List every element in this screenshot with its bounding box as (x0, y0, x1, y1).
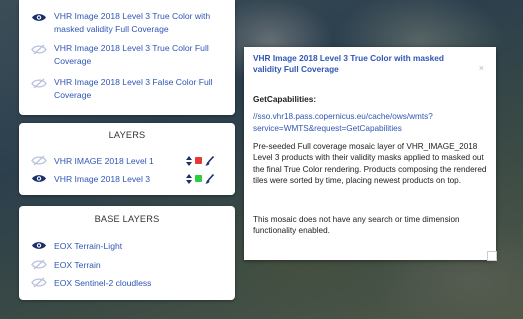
base-layer-item-terrain-light[interactable]: EOX Terrain-Light (31, 240, 231, 251)
overlay-item-true-color-masked[interactable]: VHR Image 2018 Level 3 True Color with m… (31, 10, 219, 35)
base-layers-panel: BASE LAYERS EOX Terrain-Light EOX Terrai… (19, 206, 235, 300)
layers-panel: LAYERS VHR IMAGE 2018 Level 1 VHR Image … (19, 123, 235, 195)
eye-slash-icon[interactable] (31, 259, 47, 270)
eye-icon[interactable] (31, 173, 47, 184)
overlay-item-label: VHR Image 2018 Level 3 True Color Full C… (54, 43, 209, 66)
popup-title: VHR Image 2018 Level 3 True Color with m… (253, 53, 444, 74)
overlay-item-false-color[interactable]: VHR Image 2018 Level 3 False Color Full … (31, 76, 219, 101)
base-layer-item-label: EOX Terrain-Light (54, 240, 123, 251)
eye-icon[interactable] (31, 12, 47, 23)
layer-color-swatch[interactable] (195, 175, 202, 182)
base-layers-heading: BASE LAYERS (94, 214, 160, 224)
sort-icon[interactable] (186, 173, 192, 184)
popup-description: Pre-seeded Full coverage mosaic layer of… (253, 142, 487, 185)
eye-slash-icon[interactable] (31, 277, 47, 288)
brush-icon[interactable] (205, 155, 214, 166)
layer-item-label: VHR Image 2018 Level 3 (54, 173, 151, 184)
overlay-item-label: VHR Image 2018 Level 3 False Color Full … (54, 77, 213, 100)
base-layer-item-sentinel2[interactable]: EOX Sentinel-2 cloudless (31, 277, 231, 288)
resize-handle[interactable] (487, 251, 497, 261)
overlay-item-true-color[interactable]: VHR Image 2018 Level 3 True Color Full C… (31, 42, 219, 67)
popup-note: This mosaic does not have any search or … (253, 215, 460, 236)
overlays-panel: VHR Image 2018 Level 3 True Color with m… (19, 0, 235, 115)
layer-color-swatch[interactable] (195, 157, 202, 164)
layer-tools (186, 155, 214, 166)
layers-heading: LAYERS (108, 130, 146, 140)
eye-slash-icon[interactable] (31, 44, 47, 55)
eye-icon[interactable] (31, 240, 47, 251)
base-layer-item-terrain[interactable]: EOX Terrain (31, 259, 231, 270)
eye-slash-icon[interactable] (31, 78, 47, 89)
sort-icon[interactable] (186, 155, 192, 166)
layer-item-level1[interactable]: VHR IMAGE 2018 Level 1 (31, 155, 231, 166)
base-layer-item-label: EOX Terrain (54, 259, 101, 270)
overlay-item-label: VHR Image 2018 Level 3 True Color with m… (54, 11, 211, 34)
getcapabilities-link[interactable]: //sso.vhr18.pass.copernicus.eu/cache/ows… (253, 111, 489, 134)
eye-slash-icon[interactable] (31, 155, 47, 166)
base-layer-item-label: EOX Sentinel-2 cloudless (54, 277, 152, 288)
layer-info-popup: VHR Image 2018 Level 3 True Color with m… (244, 47, 497, 261)
brush-icon[interactable] (205, 173, 214, 184)
layer-item-label: VHR IMAGE 2018 Level 1 (54, 155, 154, 166)
close-icon[interactable]: × (479, 63, 484, 73)
layer-tools (186, 173, 214, 184)
layer-item-level3[interactable]: VHR Image 2018 Level 3 (31, 173, 231, 184)
popup-subtitle: GetCapabilities: (253, 94, 317, 104)
